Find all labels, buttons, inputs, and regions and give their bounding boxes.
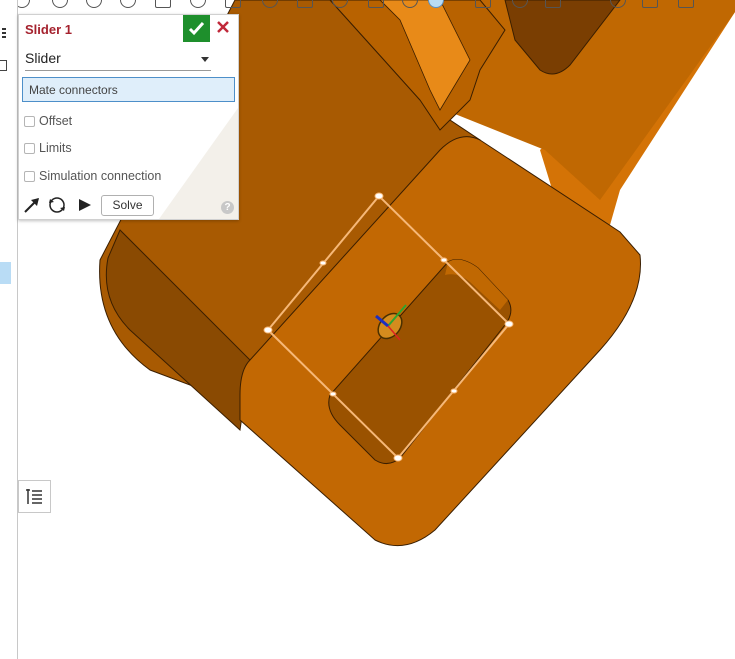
toolbar-tool-icon[interactable] (678, 0, 694, 8)
list-view-button[interactable] (18, 480, 51, 513)
menu-dots-icon-part (2, 32, 6, 34)
sidebar-selected-item[interactable] (0, 262, 11, 284)
left-sidebar (0, 0, 18, 659)
mate-type-select[interactable]: Slider (25, 48, 211, 71)
dialog-title: Slider 1 (25, 22, 72, 37)
menu-dots-icon[interactable] (2, 28, 6, 30)
help-icon[interactable]: ? (221, 201, 234, 214)
toolbar-tool-icon[interactable] (155, 0, 171, 8)
solve-button[interactable]: Solve (101, 195, 154, 216)
toolbar-tool-icon[interactable] (475, 0, 491, 8)
toolbar-tool-icon[interactable] (402, 0, 418, 8)
limits-label: Limits (39, 141, 72, 155)
toolbar-tool-icon[interactable] (52, 0, 68, 8)
toolbar-tool-icon[interactable] (120, 0, 136, 8)
accept-button[interactable] (183, 15, 210, 42)
simulation-connection-label: Simulation connection (39, 169, 162, 183)
play-icon[interactable] (77, 197, 93, 213)
simulation-connection-checkbox[interactable] (24, 171, 35, 182)
limits-checkbox[interactable] (24, 143, 35, 154)
close-icon (217, 21, 229, 33)
offset-checkbox[interactable] (24, 116, 35, 127)
slider-mate-dialog: Slider 1 Slider Mate connectors Offset L… (18, 14, 239, 220)
menu-dots-icon-part (2, 36, 6, 38)
mate-connectors-field[interactable]: Mate connectors (22, 77, 235, 102)
top-toolbar (0, 0, 735, 8)
toolbar-tool-icon[interactable] (512, 0, 528, 8)
toolbar-tool-icon[interactable] (86, 0, 102, 8)
mate-type-value: Slider (25, 50, 61, 66)
toolbar-tool-icon[interactable] (225, 0, 241, 8)
toolbar-tool-icon[interactable] (262, 0, 278, 8)
toolbar-tool-icon[interactable] (545, 0, 561, 8)
toolbar-tool-icon[interactable] (332, 0, 348, 8)
toolbar-tool-icon[interactable] (190, 0, 206, 8)
toolbar-active-tool-icon[interactable] (428, 0, 444, 8)
list-icon (26, 489, 42, 504)
toolbar-tool-icon[interactable] (297, 0, 313, 8)
toolbar-tool-icon[interactable] (610, 0, 626, 8)
arrow-pointer-icon[interactable] (22, 195, 42, 215)
rotate-icon[interactable] (47, 195, 67, 215)
offset-label: Offset (39, 114, 73, 128)
mate-connectors-placeholder: Mate connectors (29, 83, 118, 97)
toolbar-tool-icon[interactable] (642, 0, 658, 8)
cancel-button[interactable] (216, 20, 230, 34)
check-icon (188, 21, 205, 36)
panel-toggle-icon[interactable] (0, 60, 7, 71)
chevron-down-icon (201, 57, 209, 62)
toolbar-tool-icon[interactable] (368, 0, 384, 8)
